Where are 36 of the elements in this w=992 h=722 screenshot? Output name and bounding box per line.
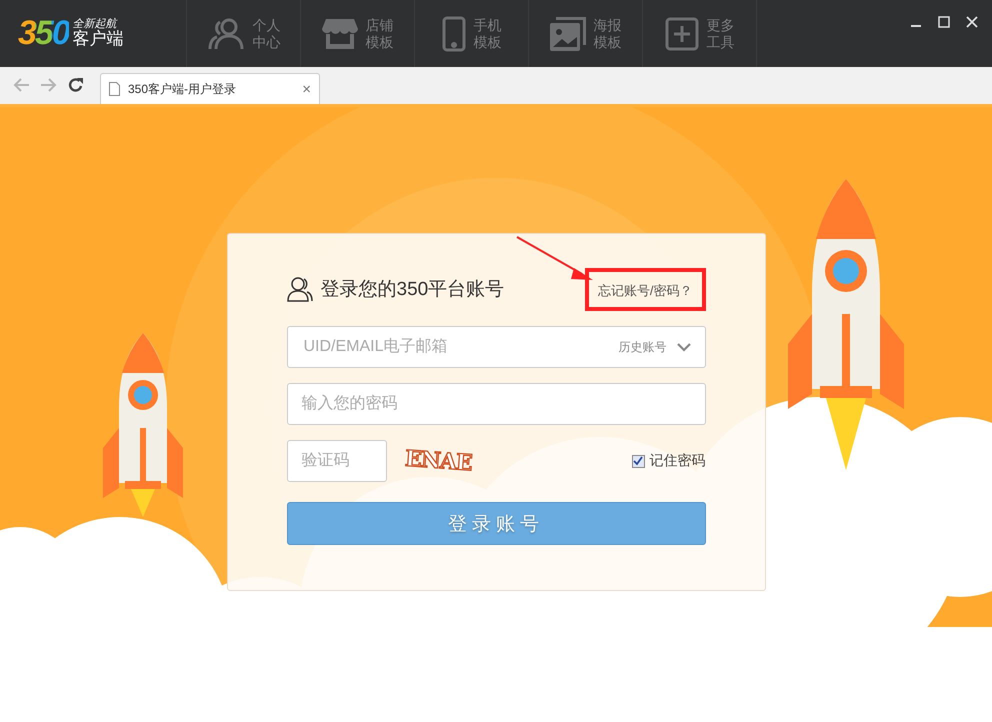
- nav-label: 模板: [594, 34, 622, 50]
- nav-label: 模板: [474, 34, 502, 50]
- app-name: 客户端: [72, 30, 124, 49]
- phone-icon: [442, 16, 466, 52]
- nav-label: 手机: [474, 16, 502, 34]
- picture-icon: [550, 16, 586, 50]
- tab-close-button[interactable]: ×: [302, 80, 311, 98]
- nav-label: 更多: [706, 16, 734, 34]
- nav-label: 海报: [594, 16, 622, 34]
- close-icon[interactable]: [966, 16, 978, 28]
- refresh-icon[interactable]: [68, 77, 84, 93]
- history-accounts-button[interactable]: 历史账号: [618, 338, 666, 356]
- captcha-image[interactable]: ENAE: [404, 446, 472, 476]
- remember-checkbox[interactable]: [632, 454, 644, 468]
- page-icon: [109, 82, 120, 96]
- nav-label: 个人: [252, 16, 280, 34]
- nav-label: 店铺: [366, 16, 394, 34]
- password-field[interactable]: 输入您的密码: [286, 383, 706, 425]
- chevron-down-icon[interactable]: [676, 342, 690, 352]
- login-button[interactable]: 登录账号: [286, 502, 706, 545]
- people-icon: [206, 16, 244, 50]
- maximize-icon[interactable]: [938, 16, 950, 28]
- nav-label: 模板: [366, 34, 394, 50]
- login-title: 登录您的350平台账号: [320, 278, 504, 302]
- logo-tagline: 全新起航: [72, 18, 118, 30]
- forgot-password-link[interactable]: 忘记账号/密码？: [598, 282, 692, 298]
- user-icon: [286, 276, 312, 302]
- captcha-field[interactable]: 验证码: [286, 440, 386, 482]
- store-icon: [322, 16, 358, 50]
- browser-tab[interactable]: 350客户端-用户登录 ×: [100, 73, 320, 104]
- nav-label: 中心: [252, 34, 280, 50]
- nav-label: 工具: [706, 34, 734, 50]
- remember-label: 记住密码: [650, 452, 706, 470]
- nav-button[interactable]: 海报 模板: [529, 0, 643, 67]
- username-field[interactable]: UID/EMAIL电子邮箱 历史账号: [286, 326, 706, 368]
- plus-icon: [664, 16, 698, 50]
